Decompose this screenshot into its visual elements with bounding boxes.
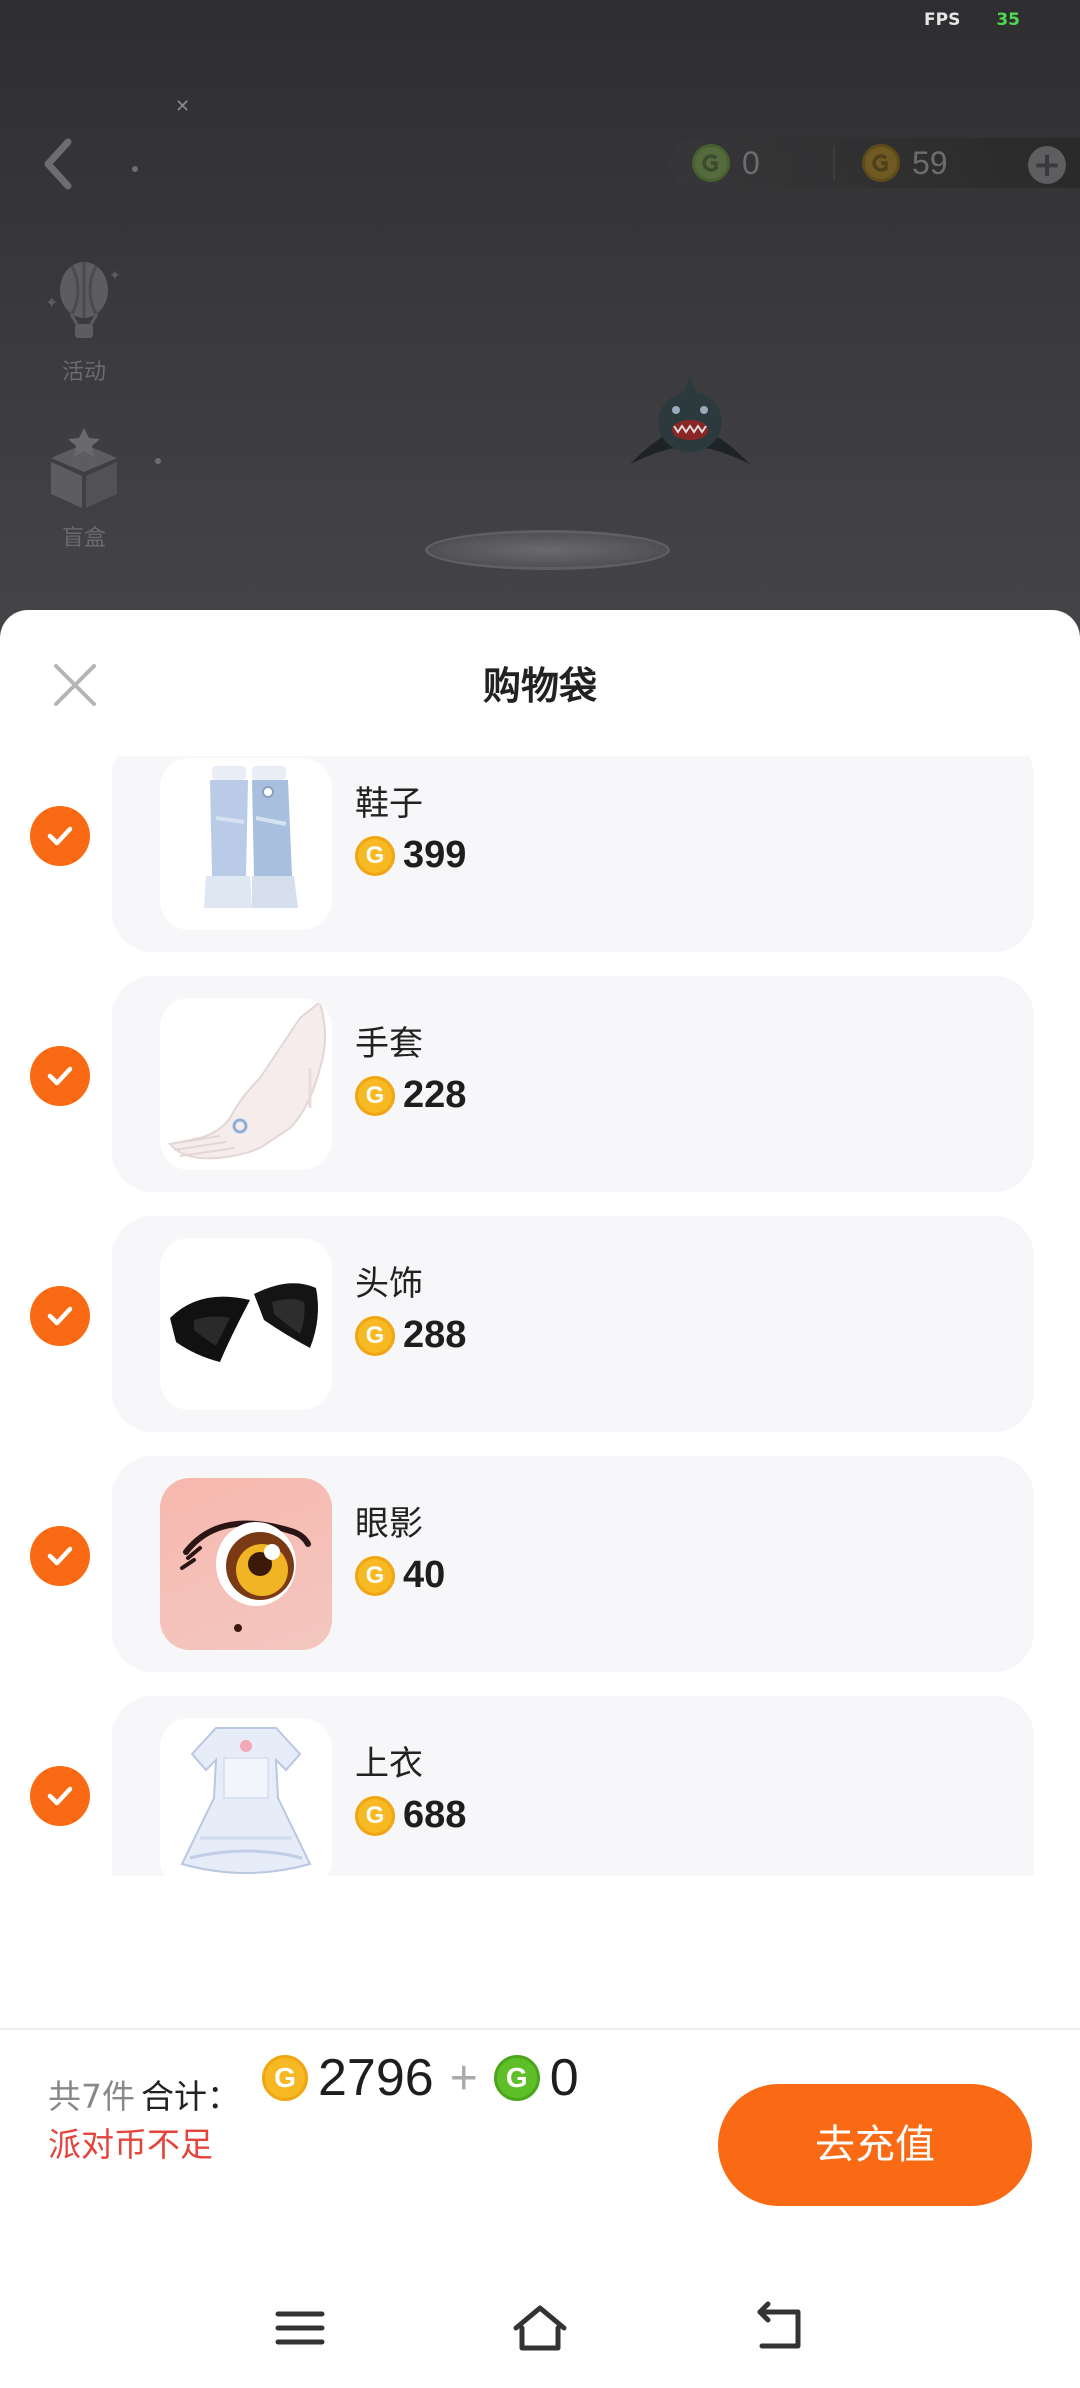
item-price-value: 40: [403, 1554, 446, 1596]
item-price-value: 399: [403, 834, 467, 876]
insufficient-coins-warning: 派对币不足: [48, 2125, 213, 2164]
back-icon[interactable]: [38, 136, 78, 192]
home-icon[interactable]: [510, 2298, 570, 2358]
gold-coin-icon: [862, 144, 900, 182]
item-price: G 228: [355, 1074, 466, 1117]
checkbox-checked-icon[interactable]: [30, 1286, 90, 1346]
item-price: G 288: [355, 1314, 466, 1357]
sparkle-dot: [132, 166, 138, 172]
gold-coin-balance: 59: [862, 144, 948, 182]
checkbox-checked-icon[interactable]: [30, 1526, 90, 1586]
party-coin-icon: [692, 144, 730, 182]
fps-value: 35: [996, 10, 1020, 30]
game-scene: FPS 35 ✕ 0 59 + ✦ ✦ 活动 盲盒: [0, 0, 1080, 640]
item-name: 上衣: [355, 1744, 423, 1784]
cart-item-card[interactable]: 眼影 G 40: [112, 1456, 1034, 1672]
checkbox-checked-icon[interactable]: [30, 1046, 90, 1106]
sparkle-icon: ✕: [175, 96, 191, 117]
gloves-thumbnail: [160, 998, 332, 1170]
menu-icon[interactable]: [270, 2298, 330, 2358]
recharge-button[interactable]: 去充值: [718, 2084, 1032, 2206]
item-name: 头饰: [355, 1264, 423, 1304]
add-currency-button[interactable]: +: [1028, 146, 1066, 184]
item-price-value: 228: [403, 1074, 467, 1116]
cart-item-card[interactable]: 头饰 G 288: [112, 1216, 1034, 1432]
shoes-thumbnail: [160, 758, 332, 930]
cart-item-card[interactable]: 上衣 G 688: [112, 1696, 1034, 1876]
cart-item-card[interactable]: 手套 G 228: [112, 976, 1034, 1192]
gold-coin-icon: G: [355, 1075, 395, 1116]
fps-label: FPS: [924, 10, 961, 30]
party-coin-icon: G: [493, 2055, 540, 2101]
item-name: 鞋子: [355, 784, 423, 824]
shopping-bag-sheet: 购物袋 鞋子 G 399 手套 G 228 头饰 G 288 眼影 G 40 上…: [0, 610, 1080, 2388]
gold-coin-icon: G: [355, 1795, 395, 1836]
item-price: G 40: [355, 1554, 445, 1597]
total-label: 合计：: [141, 2077, 240, 2116]
item-price-value: 688: [403, 1794, 467, 1836]
gold-coin-icon: G: [355, 1555, 395, 1596]
item-price: G 399: [355, 834, 466, 877]
fps-indicator: FPS 35: [924, 10, 1020, 30]
system-nav-bar: [0, 2270, 1080, 2388]
sidebar-item-activity[interactable]: ✦ ✦ 活动: [36, 256, 132, 386]
balloon-icon: ✦ ✦: [45, 262, 121, 338]
currency-divider: [833, 146, 835, 180]
shark-character-image: [630, 376, 750, 464]
sparkle-dot: [155, 458, 161, 464]
cart-item[interactable]: 眼影 G 40: [0, 1456, 1080, 1672]
svg-text:✦: ✦: [109, 268, 121, 284]
cart-item-list[interactable]: 鞋子 G 399 手套 G 228 头饰 G 288 眼影 G 40 上衣 G …: [0, 756, 1080, 1876]
sidebar-item-activity-label: 活动: [61, 360, 106, 385]
party-coin-balance: 0: [692, 144, 760, 182]
svg-text:✦: ✦: [45, 293, 58, 312]
checkbox-checked-icon[interactable]: [30, 1766, 90, 1826]
party-total-value: 0: [549, 2049, 579, 2107]
sidebar-item-blindbox-label: 盲盒: [61, 526, 106, 551]
sidebar-item-blindbox[interactable]: 盲盒: [36, 424, 132, 552]
footer-divider: [0, 2028, 1080, 2030]
cart-item[interactable]: 头饰 G 288: [0, 1216, 1080, 1432]
item-name: 眼影: [355, 1504, 423, 1544]
gift-box-icon: [51, 428, 117, 508]
item-count-text: 共7件: [48, 2077, 135, 2116]
gold-coin-icon: G: [355, 1315, 395, 1356]
display-pedestal: [425, 530, 670, 570]
item-count: 共7件 合计：: [48, 2070, 240, 2118]
top-thumbnail: [160, 1718, 332, 1876]
cart-item[interactable]: 手套 G 228: [0, 976, 1080, 1192]
gold-total-value: 2796: [318, 2049, 434, 2107]
cart-item[interactable]: 上衣 G 688: [0, 1696, 1080, 1876]
gold-coin-icon: G: [355, 835, 395, 876]
back-nav-icon[interactable]: [750, 2298, 810, 2358]
order-total: G 2796 + G 0: [262, 2048, 579, 2108]
sheet-title: 购物袋: [482, 664, 597, 708]
cart-item-card[interactable]: 鞋子 G 399: [112, 756, 1034, 952]
plus-sign: +: [449, 2051, 478, 2105]
headwear-thumbnail: [160, 1238, 332, 1410]
cart-item[interactable]: 鞋子 G 399: [0, 756, 1080, 952]
gold-coin-value: 59: [912, 144, 948, 181]
eyeshadow-thumbnail: [160, 1478, 332, 1650]
currency-bar: 0 59 +: [670, 138, 1080, 188]
item-name: 手套: [355, 1024, 423, 1064]
item-price-value: 288: [403, 1314, 467, 1356]
party-coin-value: 0: [742, 144, 760, 181]
checkbox-checked-icon[interactable]: [30, 806, 90, 866]
item-price: G 688: [355, 1794, 466, 1837]
gold-coin-icon: G: [262, 2055, 308, 2101]
